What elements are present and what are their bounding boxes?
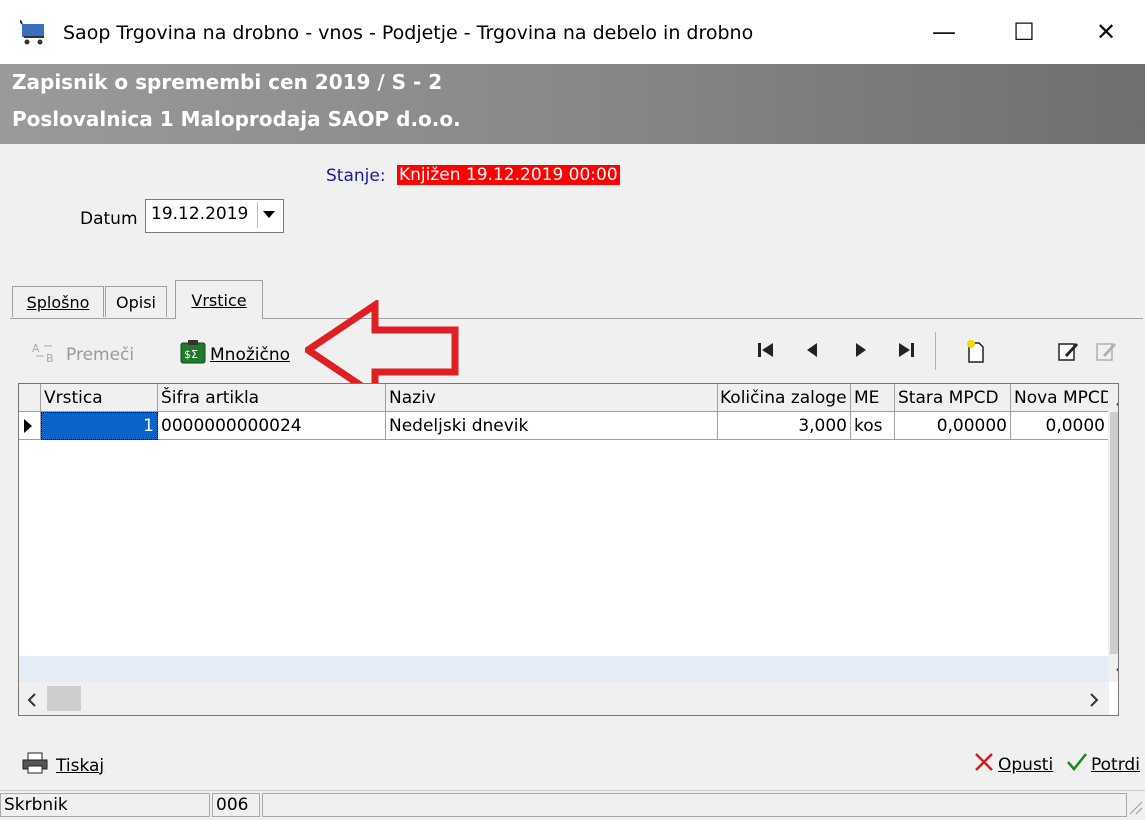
current-row-indicator-icon — [19, 412, 41, 440]
horizontal-scroll-thumb[interactable] — [47, 686, 81, 711]
column-header[interactable]: Stara MPCD — [895, 384, 1011, 412]
next-record-icon[interactable] — [851, 340, 871, 365]
scroll-down-icon[interactable] — [1116, 662, 1118, 682]
date-label: Datum — [80, 209, 138, 229]
cell-naziv[interactable]: Nedeljski dnevik — [386, 412, 718, 440]
column-header[interactable]: Nova MPCD — [1011, 384, 1109, 412]
tab-splosno[interactable]: Splošno — [12, 286, 104, 317]
maximize-button[interactable]: ☐ — [993, 0, 1055, 64]
tab-opisi[interactable]: Opisi — [105, 286, 167, 317]
last-record-icon[interactable] — [896, 340, 916, 365]
cancel-x-icon — [974, 752, 994, 777]
column-header[interactable]: Količina zaloge — [718, 384, 851, 412]
svg-text:B: B — [46, 352, 54, 364]
vertical-scrollbar[interactable] — [1108, 384, 1118, 682]
scroll-up-icon[interactable] — [1116, 392, 1118, 412]
svg-text:$Σ: $Σ — [184, 348, 198, 361]
confirm-button[interactable]: Potrdi — [1067, 752, 1140, 777]
date-value: 19.12.2019 — [151, 204, 249, 224]
row-indicator-header — [19, 384, 41, 412]
premeci-button: AB Premeči — [32, 340, 134, 369]
column-header[interactable]: Šifra artikla — [158, 384, 386, 412]
swap-icon: AB — [32, 340, 62, 369]
vertical-scroll-thumb[interactable] — [1110, 412, 1118, 654]
cell-vrstica[interactable]: 1 — [41, 412, 158, 440]
cancel-button[interactable]: Opusti — [974, 752, 1053, 777]
status-user-value: 006 — [212, 793, 260, 817]
resize-grip-icon[interactable] — [1127, 799, 1143, 820]
column-header[interactable]: ME — [851, 384, 895, 412]
scroll-left-icon[interactable] — [27, 692, 37, 712]
new-document-icon[interactable] — [966, 340, 986, 369]
cell-stara-mpcd[interactable]: 0,00000 — [895, 412, 1011, 440]
cell-me[interactable]: kos — [851, 412, 895, 440]
toolbar-separator — [935, 332, 936, 370]
horizontal-scrollbar[interactable] — [19, 682, 1109, 715]
close-button[interactable]: ✕ — [1075, 0, 1137, 64]
chevron-down-icon[interactable] — [257, 202, 280, 228]
checkmark-icon — [1067, 752, 1087, 777]
print-button[interactable]: Tiskaj — [22, 752, 104, 779]
cart-icon — [19, 19, 48, 51]
minimize-button[interactable]: — — [913, 0, 975, 64]
status-empty-panel — [262, 793, 1127, 817]
edit-disabled-icon — [1095, 340, 1117, 367]
svg-text:A: A — [32, 342, 40, 355]
document-header: Zapisnik o spremembi cen 2019 / S - 2 Po… — [0, 64, 1145, 144]
cell-nova-mpcd[interactable]: 0,0000 — [1011, 412, 1109, 440]
column-header[interactable]: Naziv — [386, 384, 718, 412]
calculator-icon: $Σ — [180, 340, 206, 369]
tab-vrstice[interactable]: Vrstice — [175, 280, 263, 319]
cell-sifra[interactable]: 0000000000024 — [158, 412, 386, 440]
first-record-icon[interactable] — [756, 340, 776, 365]
column-header[interactable]: Vrstica — [41, 384, 158, 412]
status-badge: Knjižen 19.12.2019 00:00 — [397, 165, 620, 185]
status-bar: Skrbnik 006 — [0, 790, 1145, 819]
scroll-right-icon[interactable] — [1089, 692, 1099, 712]
printer-icon — [22, 752, 48, 779]
cell-kolicina[interactable]: 3,000 — [718, 412, 851, 440]
summary-row — [19, 656, 1108, 682]
status-user-label: Skrbnik — [0, 793, 210, 817]
window-titlebar: Saop Trgovina na drobno - vnos - Podjetj… — [0, 0, 1145, 65]
window-title: Saop Trgovina na drobno - vnos - Podjetj… — [63, 22, 754, 44]
date-picker[interactable]: 19.12.2019 — [145, 199, 284, 233]
status-label: Stanje: — [326, 166, 386, 186]
mnozicno-button[interactable]: $Σ Množično — [180, 340, 290, 369]
document-title: Zapisnik o spremembi cen 2019 / S - 2 — [12, 70, 443, 94]
lines-grid[interactable]: Vrstica Šifra artikla Naziv Količina zal… — [18, 383, 1119, 716]
prev-record-icon[interactable] — [803, 340, 823, 365]
edit-icon[interactable] — [1057, 340, 1079, 367]
branch-name: Poslovalnica 1 Maloprodaja SAOP d.o.o. — [12, 107, 461, 131]
